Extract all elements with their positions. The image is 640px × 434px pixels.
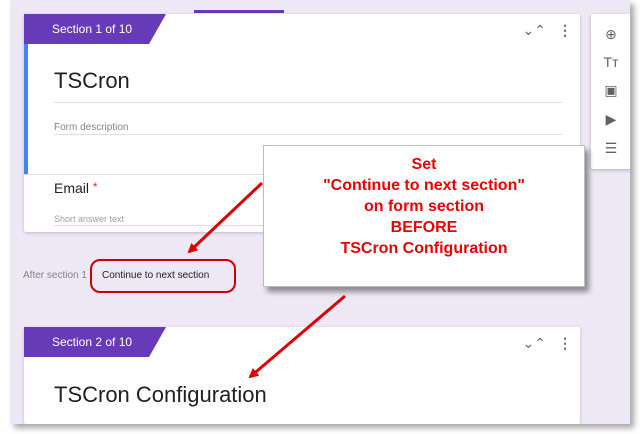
collapse-icon[interactable]: ⌄⌃ [523, 335, 546, 352]
add-section-icon[interactable]: ☰ [601, 138, 621, 158]
floating-toolbar: ⊕ Tт ▣ ▶ ☰ [591, 14, 630, 169]
question-title[interactable]: Email * [54, 180, 98, 196]
title-underline [54, 102, 562, 103]
short-answer-placeholder: Short answer text [54, 214, 125, 224]
form-title-input[interactable]: TSCron [54, 68, 130, 94]
add-video-icon[interactable]: ▶ [601, 109, 621, 129]
after-section-dropdown[interactable]: Continue to next section [90, 259, 236, 293]
section-2-title-input[interactable]: TSCron Configuration [54, 382, 267, 408]
form-description-input[interactable]: Form description [54, 122, 128, 133]
callout-line-3: on form section [363, 198, 484, 215]
more-options-icon[interactable]: ⋮ [558, 335, 572, 352]
add-image-icon[interactable]: ▣ [601, 80, 621, 100]
callout-line-5: TSCron Configuration [340, 240, 508, 257]
active-tab-indicator [194, 10, 284, 13]
required-asterisk: * [92, 180, 98, 194]
callout-line-4: BEFORE [390, 219, 458, 236]
callout-line-1: Set [411, 156, 437, 173]
section-tab-1: Section 1 of 10 [24, 14, 167, 44]
description-underline [54, 134, 562, 135]
add-question-icon[interactable]: ⊕ [601, 24, 621, 44]
section-tab-2: Section 2 of 10 [24, 327, 167, 357]
collapse-icon[interactable]: ⌄⌃ [523, 22, 546, 39]
question-title-text: Email [54, 180, 90, 196]
short-answer-underline [54, 225, 274, 226]
active-section-indicator [24, 44, 28, 174]
section-card-2[interactable]: Section 2 of 10 ⌄⌃ ⋮ TSCron Configuratio… [24, 327, 580, 424]
callout-line-2: "Continue to next section" [323, 177, 525, 194]
more-options-icon[interactable]: ⋮ [558, 22, 572, 39]
annotation-callout: Set "Continue to next section" on form s… [263, 145, 585, 287]
after-section-label: After section 1 [23, 270, 87, 281]
add-title-icon[interactable]: Tт [601, 52, 621, 72]
